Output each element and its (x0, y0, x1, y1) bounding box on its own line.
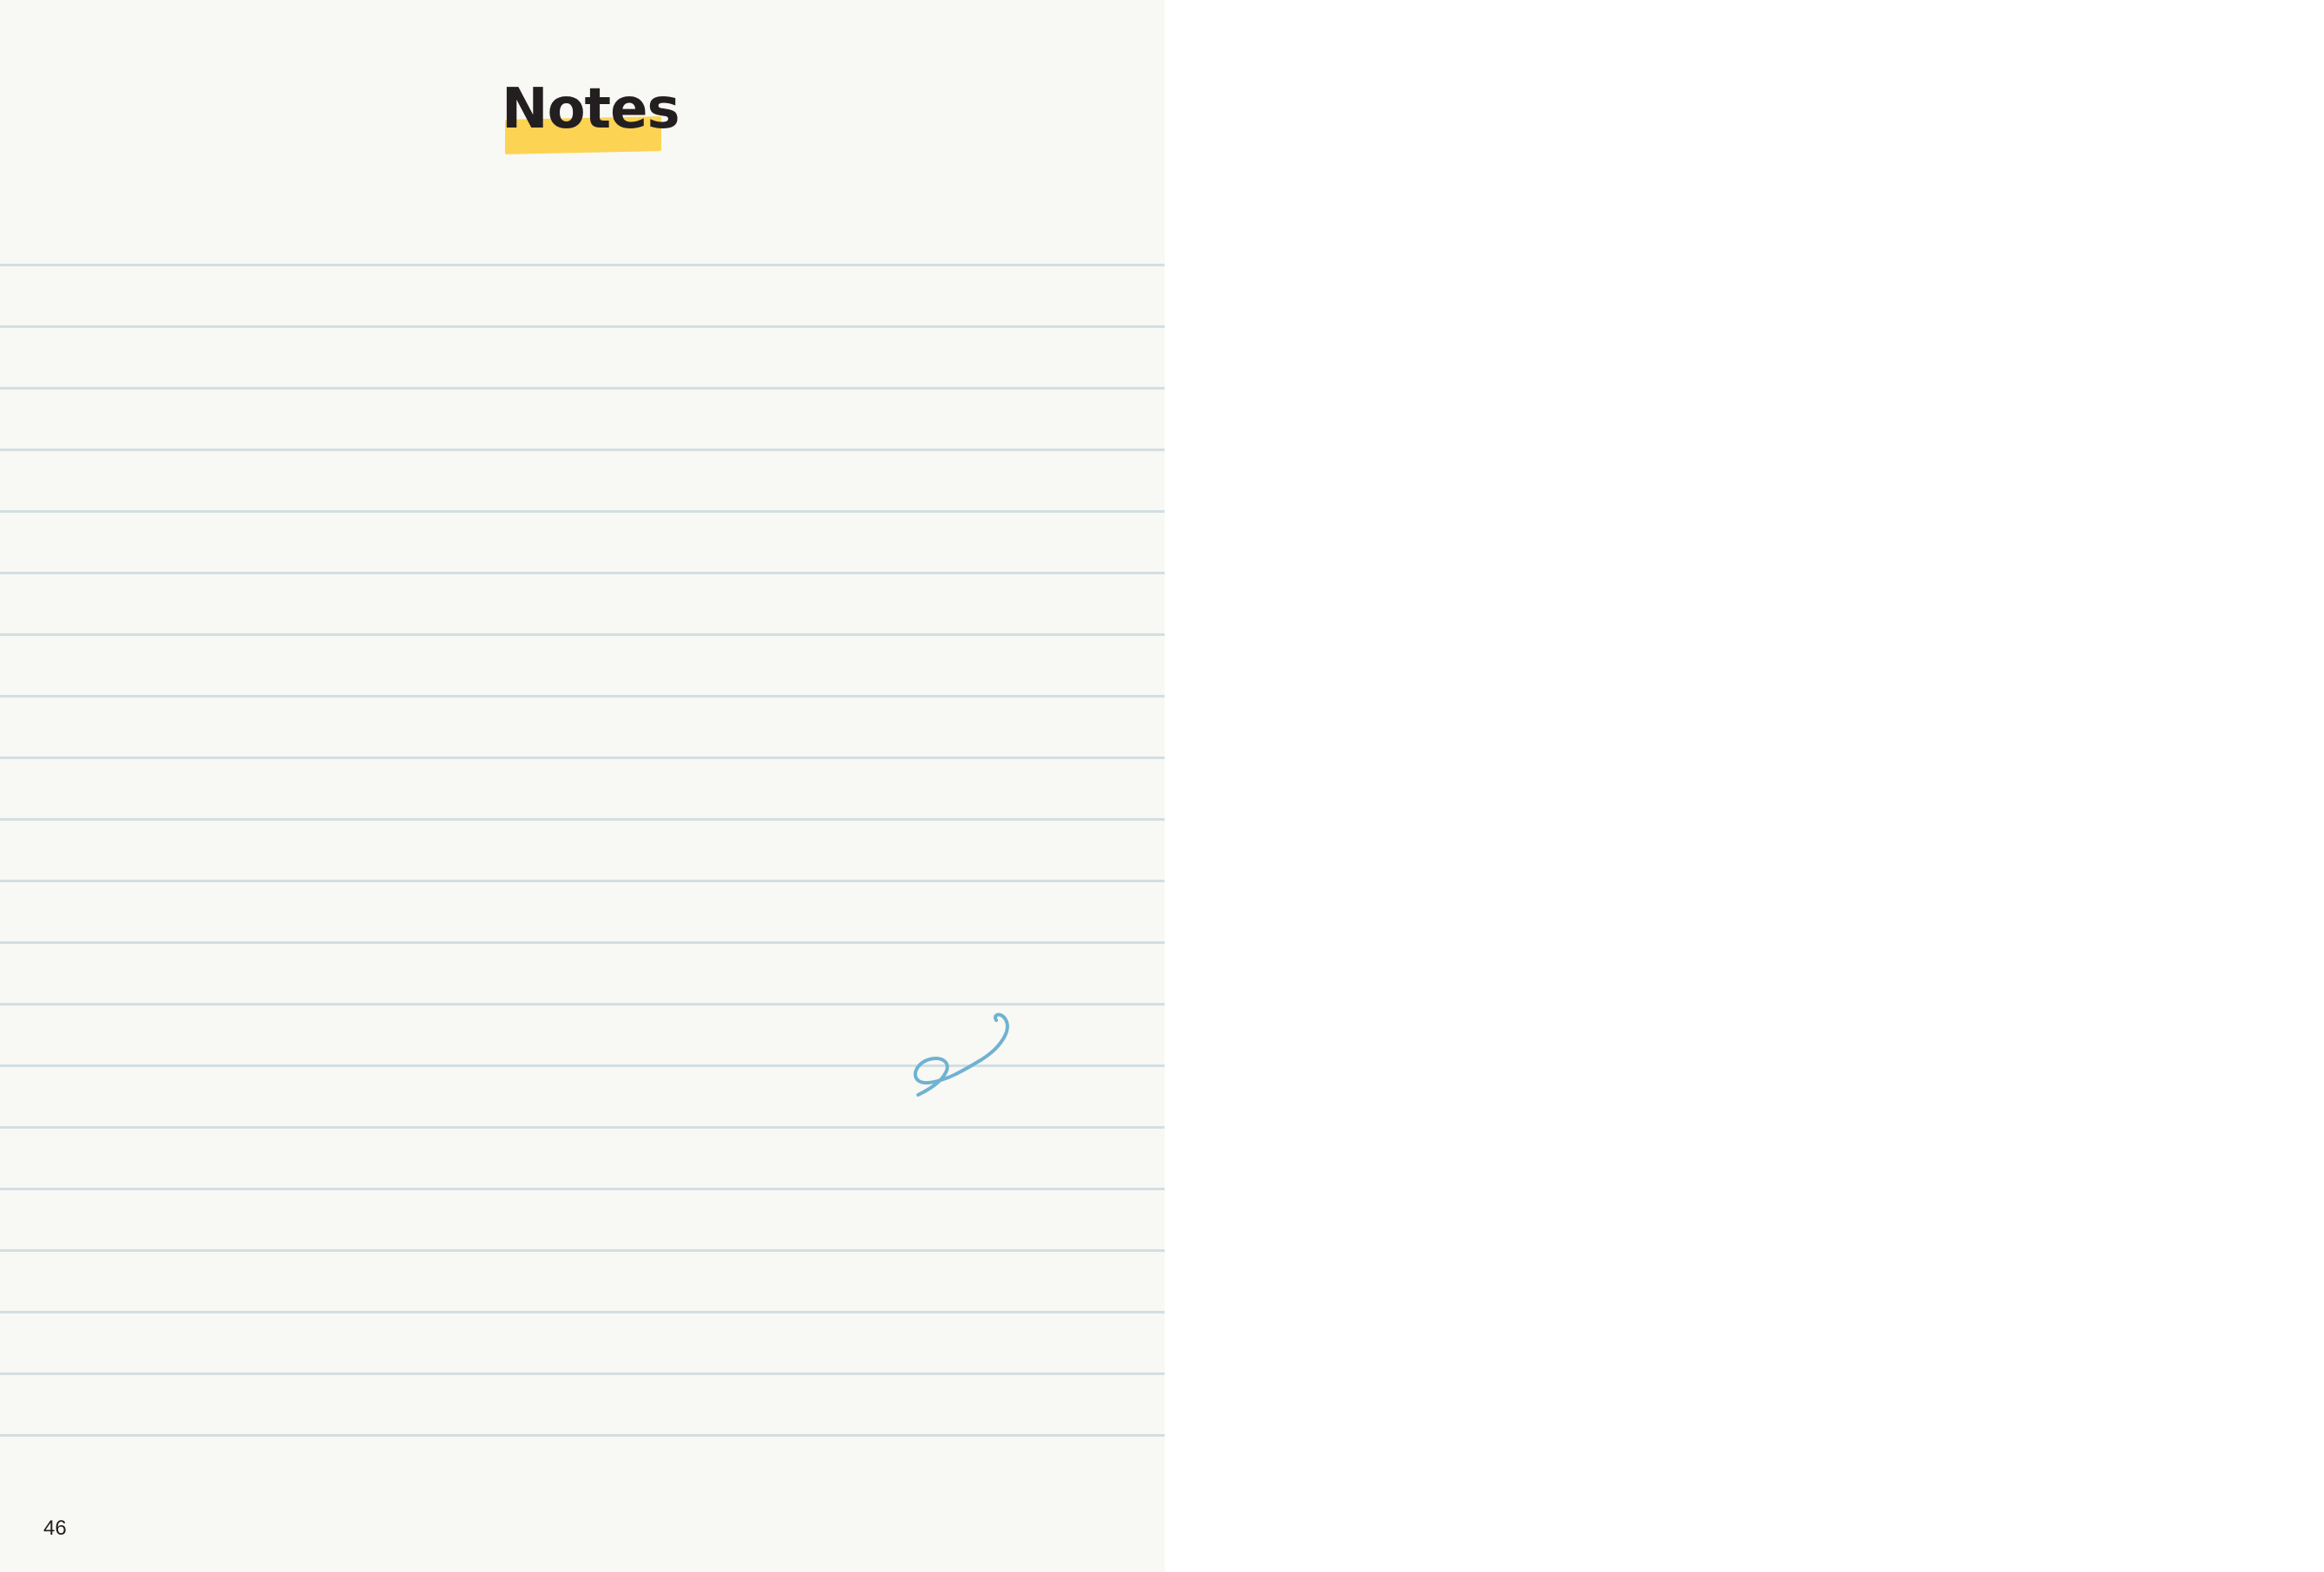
ruled-line (0, 633, 1165, 636)
ruled-line (0, 1249, 1165, 1252)
ruled-line (0, 572, 1165, 574)
ruled-line (0, 757, 1165, 759)
ruled-line (0, 510, 1165, 513)
ruled-line (0, 1434, 1165, 1437)
ruled-line (0, 387, 1165, 390)
ruled-line (0, 449, 1165, 451)
ruled-line (0, 264, 1165, 266)
swirl-doodle-icon (913, 1012, 1009, 1097)
ruled-line (0, 941, 1165, 944)
ruled-line (0, 1311, 1165, 1313)
ruled-line (0, 325, 1165, 328)
notes-page: Notes 46 (0, 0, 1165, 1572)
ruled-line (0, 695, 1165, 698)
ruled-line (0, 880, 1165, 882)
ruled-lines (0, 0, 1165, 1572)
ruled-line (0, 1126, 1165, 1129)
page-number: 46 (43, 1516, 67, 1540)
page-spread: Notes 46 (0, 0, 2324, 1572)
ruled-line (0, 1372, 1165, 1375)
ruled-line (0, 818, 1165, 821)
ruled-line (0, 1188, 1165, 1190)
